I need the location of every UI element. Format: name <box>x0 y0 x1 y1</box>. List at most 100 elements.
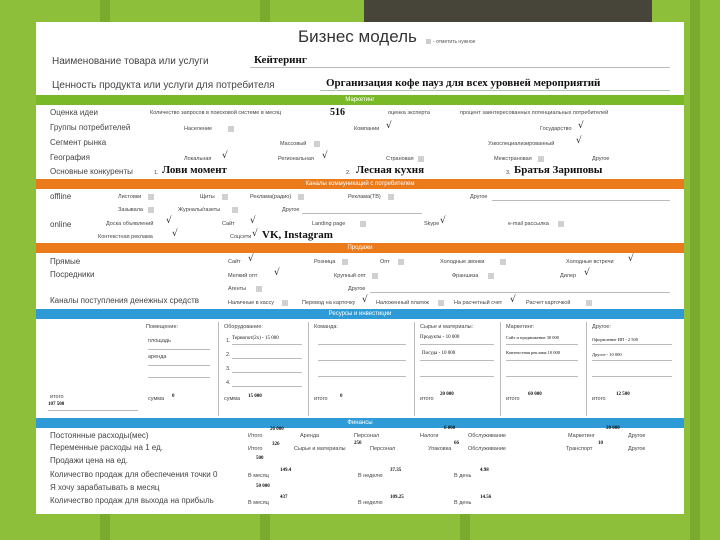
supplies-item: Посуда - 10 000 <box>422 351 456 356</box>
money-checkbox[interactable] <box>282 300 288 306</box>
band-resources: Ресурсы и инвестиции <box>36 309 684 319</box>
day-label: В день <box>454 500 472 506</box>
segment-option: Массовый <box>280 141 307 147</box>
geo-option: Другое <box>592 156 610 162</box>
resource-divider <box>500 322 501 416</box>
resource-col-header: Помещение: <box>146 324 179 330</box>
money-checkbox[interactable] <box>586 300 592 306</box>
online-option: Сайт <box>222 221 235 227</box>
competitor-name: Братья Зариповы <box>514 164 603 176</box>
other-item: Другое - 10 000 <box>592 352 622 357</box>
offline-label: offline <box>50 192 72 201</box>
segment-option: Узкоспециализированный <box>488 141 555 147</box>
check-mark-icon: √ <box>172 229 178 239</box>
money-label: Каналы поступления денежных средств <box>50 296 199 305</box>
group-checkbox[interactable] <box>228 126 234 132</box>
month-label: В месяц <box>248 500 269 506</box>
marketing-line <box>506 360 578 361</box>
idea-value: 516 <box>330 107 345 118</box>
check-mark-icon: √ <box>166 216 172 226</box>
band-finance: Финансы <box>36 418 684 428</box>
supplies-total-value: 20 000 <box>440 392 454 397</box>
breakeven-week-value: 37.35 <box>390 468 402 473</box>
marketing-line <box>506 344 578 345</box>
competitor-number: 3. <box>506 170 511 176</box>
fixed-item: Аренда <box>300 433 320 439</box>
money-option: Наличные в кассу <box>228 300 275 306</box>
offline-option: Другое <box>282 207 300 213</box>
offline-checkbox[interactable] <box>388 194 394 200</box>
offline-other-line <box>492 200 670 201</box>
check-mark-icon: √ <box>274 268 280 278</box>
money-checkbox[interactable] <box>438 300 444 306</box>
supplies-line <box>420 360 494 361</box>
competitor-name: Лесная кухня <box>356 164 425 176</box>
agent-checkbox[interactable] <box>488 273 494 279</box>
marketing-item: Сайт и продвижение 30 000 <box>506 335 559 340</box>
geo-checkbox[interactable] <box>538 156 544 162</box>
money-option: На расчетный счет <box>454 300 503 306</box>
agent-option: Дилер <box>560 273 577 279</box>
check-mark-icon: √ <box>362 295 368 305</box>
offline-checkbox[interactable] <box>232 207 238 213</box>
agent-checkbox[interactable] <box>256 286 262 292</box>
week-label: В неделю <box>358 473 383 479</box>
direct-checkbox[interactable] <box>500 259 506 265</box>
total-left-value: 107 500 <box>48 402 65 407</box>
geo-checkbox[interactable] <box>418 156 424 162</box>
money-option: Перевод на карточку <box>302 300 356 306</box>
geo-label: География <box>50 153 90 162</box>
variable-item: Обслуживание <box>468 446 506 452</box>
equip-line <box>232 344 302 345</box>
online-checkbox[interactable] <box>360 221 366 227</box>
variable-item: Сырье и материалы <box>294 446 346 452</box>
team-line <box>318 360 406 361</box>
agent-option: Мелкий опт <box>228 273 258 279</box>
want-value: 50 000 <box>256 484 270 489</box>
direct-option: Сайт <box>228 259 241 265</box>
check-mark-icon: √ <box>584 268 590 278</box>
offline-checkbox[interactable] <box>148 194 154 200</box>
want-label: Я хочу зарабатывать в месяц <box>50 483 160 492</box>
room-line <box>148 349 210 350</box>
fixed-item: Персонал <box>354 433 380 439</box>
resource-col-header: Сырье и материалы: <box>420 324 474 330</box>
online-label: online <box>50 220 72 229</box>
segment-checkbox[interactable] <box>314 141 320 147</box>
check-mark-icon: √ <box>386 121 392 131</box>
check-mark-icon: √ <box>440 216 446 226</box>
offline-option: Реклама(ТВ) <box>348 194 381 200</box>
room-field: аренда <box>148 354 167 360</box>
breakeven-day-value: 4.98 <box>480 468 489 473</box>
direct-checkbox[interactable] <box>342 259 348 265</box>
offline-checkbox[interactable] <box>298 194 304 200</box>
price-value: 500 <box>256 456 264 461</box>
variable-total-label: Итого <box>248 446 263 452</box>
variable-item: Транспорт <box>566 446 593 452</box>
offline-checkbox[interactable] <box>148 207 154 213</box>
idea-note: Количество запросов в поисковой системе … <box>150 110 282 116</box>
competitor-name: Лови момент <box>162 164 227 176</box>
supplies-line <box>420 344 494 345</box>
agent-checkbox[interactable] <box>372 273 378 279</box>
other-line <box>592 344 672 345</box>
product-line <box>250 67 670 68</box>
idea-expert: оценка эксперта <box>388 110 430 116</box>
resource-col-header: Маркетинг: <box>506 324 535 330</box>
check-mark-icon: √ <box>222 151 228 161</box>
fixed-item: Налоги <box>420 433 439 439</box>
slide-top-tab <box>364 0 652 22</box>
offline-checkbox[interactable] <box>222 194 228 200</box>
other-item: Оформление ИП - 2 500 <box>592 337 638 342</box>
check-mark-icon: √ <box>250 216 256 226</box>
variable-total-value: 326 <box>272 442 280 447</box>
online-option: e-mail рассылка <box>508 221 549 227</box>
team-line <box>318 376 406 377</box>
fixed-item: Маркетинг <box>568 433 595 439</box>
business-model-sheet: Бизнес модель - отметить нужное Наименов… <box>36 22 684 514</box>
team-line <box>318 344 406 345</box>
equip-number: 3. <box>226 366 231 372</box>
offline-option: Другое <box>470 194 488 200</box>
direct-checkbox[interactable] <box>398 259 404 265</box>
online-checkbox[interactable] <box>558 221 564 227</box>
